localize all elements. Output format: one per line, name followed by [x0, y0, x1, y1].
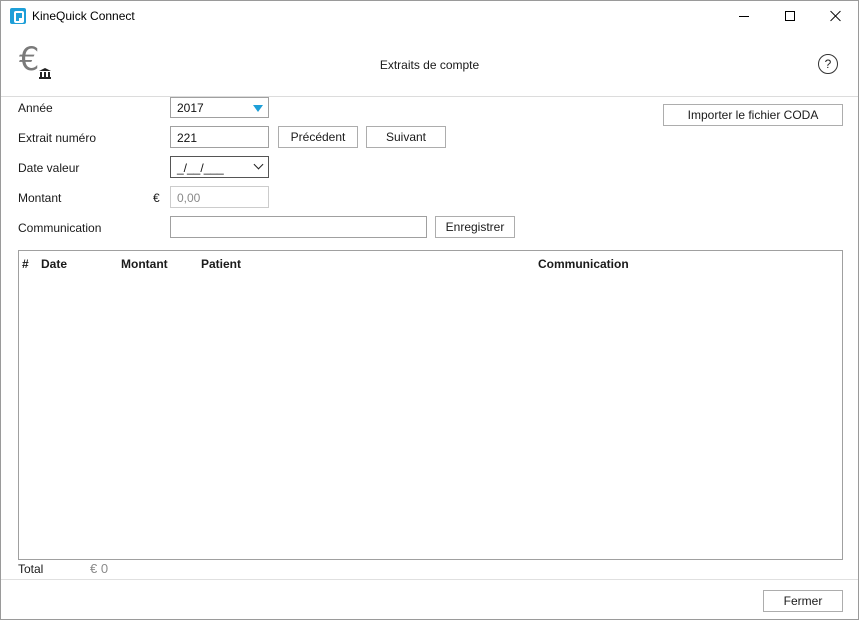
close-button[interactable]: Fermer: [763, 590, 843, 612]
maximize-button[interactable]: [767, 1, 813, 31]
amount-label: Montant: [18, 191, 62, 205]
amount-currency: €: [153, 191, 160, 205]
column-header-patient[interactable]: Patient: [201, 257, 241, 271]
communication-input[interactable]: [170, 216, 427, 238]
app-window: KineQuick Connect € Extraits de compte ?…: [0, 0, 859, 620]
column-header-number[interactable]: #: [22, 257, 29, 271]
close-icon: [830, 10, 842, 22]
minimize-icon: [739, 15, 749, 17]
extract-number-input[interactable]: 221: [170, 126, 269, 148]
chevron-down-icon: [253, 159, 264, 170]
dropdown-arrow-icon: [253, 105, 263, 112]
year-label: Année: [18, 101, 53, 115]
app-logo-icon: [10, 8, 26, 24]
window-title: KineQuick Connect: [32, 9, 135, 23]
column-header-amount[interactable]: Montant: [121, 257, 168, 271]
date-value-text: _/__/___: [177, 161, 224, 175]
column-header-date[interactable]: Date: [41, 257, 67, 271]
amount-input[interactable]: 0,00: [170, 186, 269, 208]
transactions-table[interactable]: # Date Montant Patient Communication: [18, 250, 843, 560]
save-button[interactable]: Enregistrer: [435, 216, 515, 238]
total-label: Total: [18, 562, 44, 576]
minimize-button[interactable]: [721, 1, 767, 31]
extract-number-label: Extrait numéro: [18, 131, 97, 145]
date-value-label: Date valeur: [18, 161, 80, 175]
previous-button[interactable]: Précédent: [278, 126, 358, 148]
import-coda-button[interactable]: Importer le fichier CODA: [663, 104, 843, 126]
year-select[interactable]: 2017: [170, 97, 269, 118]
maximize-icon: [785, 11, 795, 21]
page-title: Extraits de compte: [379, 58, 480, 72]
footer-divider: [1, 579, 858, 580]
help-icon[interactable]: ?: [818, 54, 838, 74]
close-window-button[interactable]: [813, 1, 859, 31]
communication-label: Communication: [18, 221, 102, 235]
next-button[interactable]: Suivant: [366, 126, 446, 148]
page-header: € Extraits de compte ?: [1, 31, 858, 97]
title-bar: KineQuick Connect: [1, 1, 858, 31]
date-value-picker[interactable]: _/__/___: [170, 156, 269, 178]
year-value: 2017: [177, 101, 204, 115]
total-value: € 0: [90, 561, 109, 576]
column-header-communication[interactable]: Communication: [538, 257, 629, 271]
